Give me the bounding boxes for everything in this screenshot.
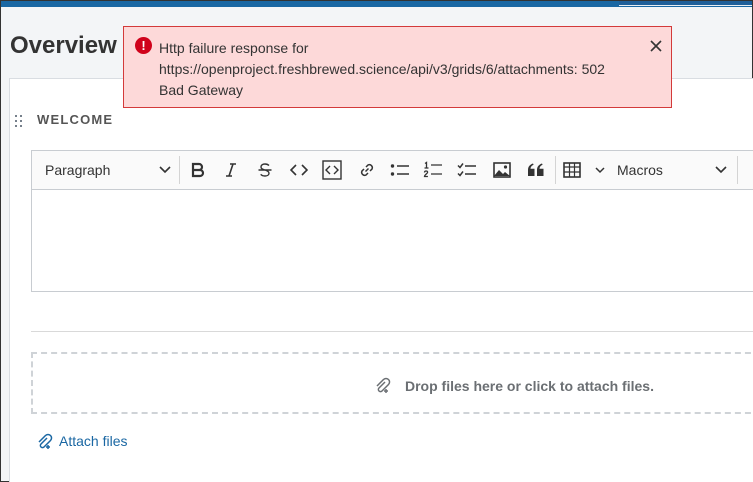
italic-icon bbox=[226, 163, 236, 177]
bulleted-list-button[interactable] bbox=[389, 160, 411, 180]
error-message-line: https://openproject.freshbrewed.science/… bbox=[159, 61, 605, 77]
editor-toolbar: Paragraph Macros bbox=[32, 151, 753, 190]
italic-button[interactable] bbox=[220, 160, 242, 180]
macros-label: Macros bbox=[617, 162, 663, 178]
strikethrough-icon bbox=[258, 163, 272, 177]
macros-dropdown[interactable]: Macros bbox=[617, 160, 727, 180]
paperclip-add-icon bbox=[376, 377, 391, 393]
numbered-list-button[interactable] bbox=[422, 160, 444, 180]
error-icon: ! bbox=[135, 37, 152, 54]
page-title: Overview bbox=[10, 32, 117, 59]
toolbar-separator bbox=[179, 156, 180, 184]
bold-icon bbox=[191, 162, 205, 178]
paperclip-add-icon bbox=[38, 433, 53, 449]
error-message-line: Http failure response for bbox=[159, 40, 309, 56]
chevron-down-icon bbox=[595, 166, 605, 173]
inline-code-button[interactable] bbox=[288, 160, 310, 180]
section-divider bbox=[31, 331, 753, 332]
paragraph-label: Paragraph bbox=[45, 162, 111, 178]
drag-handle-icon[interactable] bbox=[14, 114, 24, 130]
blockquote-button[interactable] bbox=[525, 160, 547, 180]
error-message-line: Bad Gateway bbox=[159, 82, 244, 98]
top-bar-tab[interactable] bbox=[619, 1, 752, 6]
toolbar-separator bbox=[555, 156, 556, 184]
code-block-icon bbox=[322, 160, 342, 180]
image-icon bbox=[493, 162, 511, 178]
numbered-list-icon bbox=[423, 161, 442, 178]
code-block-button[interactable] bbox=[321, 160, 343, 180]
close-icon[interactable] bbox=[648, 38, 664, 54]
error-toast: ! Http failure response for https://open… bbox=[123, 26, 672, 108]
toolbar-separator bbox=[737, 156, 738, 184]
blockquote-icon bbox=[528, 163, 544, 176]
file-drop-zone[interactable]: Drop files here or click to attach files… bbox=[31, 352, 753, 414]
rich-text-editor[interactable]: Paragraph Macros bbox=[31, 150, 753, 292]
widget-title[interactable]: WELCOME bbox=[37, 112, 113, 127]
bulleted-list-icon bbox=[390, 164, 409, 176]
insert-image-button[interactable] bbox=[491, 160, 513, 180]
editor-content-area[interactable] bbox=[32, 190, 753, 290]
attach-files-link[interactable]: Attach files bbox=[35, 432, 127, 450]
chevron-down-icon bbox=[159, 166, 171, 174]
inline-code-icon bbox=[290, 164, 308, 176]
table-icon bbox=[563, 162, 581, 178]
strikethrough-button[interactable] bbox=[254, 160, 276, 180]
chevron-down-icon bbox=[715, 166, 727, 174]
todo-list-icon bbox=[457, 163, 476, 177]
error-message: Http failure response for https://openpr… bbox=[159, 38, 629, 101]
paragraph-dropdown[interactable]: Paragraph bbox=[45, 160, 171, 180]
bold-button[interactable] bbox=[187, 160, 209, 180]
link-button[interactable] bbox=[356, 160, 378, 180]
drop-zone-text: Drop files here or click to attach files… bbox=[405, 378, 654, 394]
todo-list-button[interactable] bbox=[456, 160, 478, 180]
attach-files-label: Attach files bbox=[59, 433, 128, 449]
insert-table-button[interactable] bbox=[563, 160, 605, 180]
link-icon bbox=[360, 163, 374, 177]
